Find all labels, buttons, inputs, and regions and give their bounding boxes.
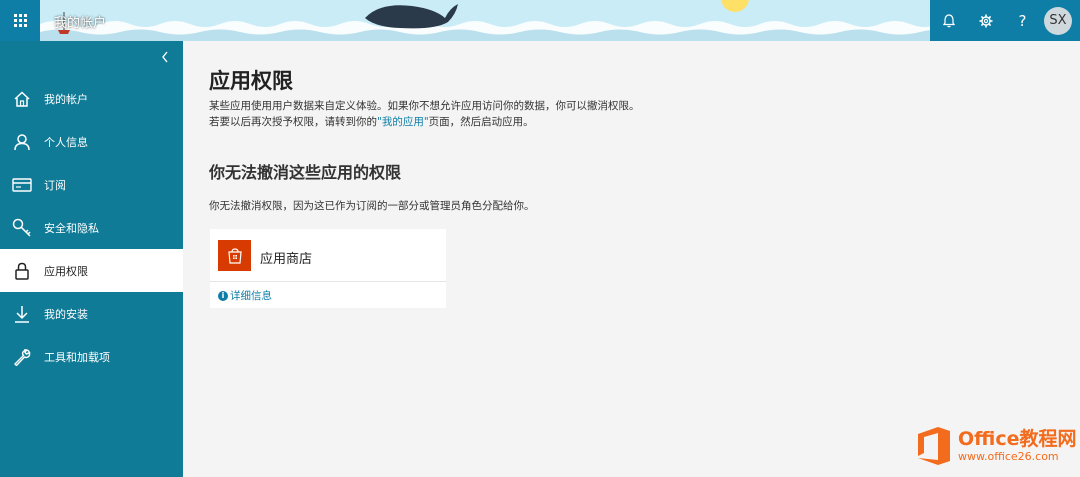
sidebar-item-label: 订阅	[44, 178, 66, 192]
sidebar-item-tools-addins[interactable]: 工具和加载项	[0, 335, 183, 378]
top-bar: 我的帐户 ? SX	[0, 0, 1080, 41]
question-icon: ?	[1018, 11, 1027, 30]
app-name: 应用商店	[260, 252, 313, 267]
key-icon	[12, 218, 31, 237]
details-link-label: 详细信息	[230, 290, 272, 302]
watermark: Office教程网 www.office26.com	[914, 425, 1077, 467]
store-bag-icon	[227, 247, 242, 264]
theme-banner-image	[40, 0, 930, 41]
description-line-2-end: 页面，然后启动应用。	[428, 116, 534, 128]
sidebar-item-security-privacy[interactable]: 安全和隐私	[0, 206, 183, 249]
sidebar-item-my-account[interactable]: 我的帐户	[0, 77, 183, 120]
app-launcher-button[interactable]	[0, 0, 40, 41]
notifications-button[interactable]	[930, 0, 967, 41]
sidebar-item-label: 我的安装	[44, 307, 88, 321]
settings-button[interactable]	[967, 0, 1004, 41]
sidebar-item-label: 工具和加载项	[44, 350, 110, 364]
waffle-icon	[13, 14, 27, 27]
watermark-text: Office教程网 www.office26.com	[958, 428, 1077, 464]
description-line-1: 某些应用使用用户数据来自定义体验。如果你不想允许应用访问你的数据，你可以撤消权限…	[209, 100, 640, 112]
download-icon	[15, 305, 29, 323]
office-logo-icon	[918, 427, 950, 465]
sidebar-item-label: 个人信息	[44, 135, 88, 149]
page-description: 某些应用使用用户数据来自定义体验。如果你不想允许应用访问你的数据，你可以撤消权限…	[209, 98, 640, 130]
watermark-title: Office教程网	[958, 428, 1077, 450]
sidebar-item-subscriptions[interactable]: 订阅	[0, 163, 183, 206]
app-title[interactable]: 我的帐户	[54, 12, 106, 31]
my-apps-link[interactable]: "我的应用"	[377, 116, 429, 128]
sidebar-item-label: 应用权限	[44, 264, 88, 278]
sidebar-item-personal-info[interactable]: 个人信息	[0, 120, 183, 163]
page-title: 应用权限	[209, 69, 293, 93]
section-note: 你无法撤消权限，因为这已作为订阅的一部分或管理员角色分配给你。	[209, 200, 535, 212]
person-icon	[14, 133, 30, 150]
app-card: 应用商店 i 详细信息	[210, 229, 446, 308]
sidebar-item-app-permissions[interactable]: 应用权限	[0, 249, 183, 292]
chevron-left-icon	[162, 51, 168, 63]
gear-icon	[979, 14, 992, 27]
card-icon	[12, 177, 32, 192]
home-icon	[14, 90, 30, 107]
bell-icon	[942, 13, 955, 27]
sidebar-item-my-installs[interactable]: 我的安装	[0, 292, 183, 335]
details-link[interactable]: i 详细信息	[218, 288, 272, 303]
sidebar-item-label: 安全和隐私	[44, 221, 99, 235]
help-button[interactable]: ?	[1004, 0, 1041, 41]
sidebar-item-label: 我的帐户	[44, 92, 88, 106]
sidebar: 我的帐户 个人信息 订阅 安全和隐私 应用权限 我的安装 工具和加载项	[0, 41, 183, 477]
description-line-2-start: 若要以后再次授予权限，请转到你的	[209, 116, 377, 128]
store-app-tile	[218, 240, 251, 271]
collapse-sidebar-button[interactable]	[155, 49, 175, 69]
main-content: 应用权限 某些应用使用用户数据来自定义体验。如果你不想允许应用访问你的数据，你可…	[183, 41, 1080, 477]
lock-icon	[15, 262, 29, 280]
card-divider	[210, 281, 446, 282]
avatar[interactable]: SX	[1044, 6, 1072, 35]
watermark-url: www.office26.com	[958, 450, 1059, 463]
info-icon: i	[218, 290, 228, 301]
top-right-actions: ? SX	[930, 0, 1080, 41]
section-title: 你无法撤消这些应用的权限	[209, 163, 402, 182]
description-line-2: 若要以后再次授予权限，请转到你的"我的应用"页面，然后启动应用。	[209, 114, 640, 130]
wrench-icon	[14, 348, 31, 366]
